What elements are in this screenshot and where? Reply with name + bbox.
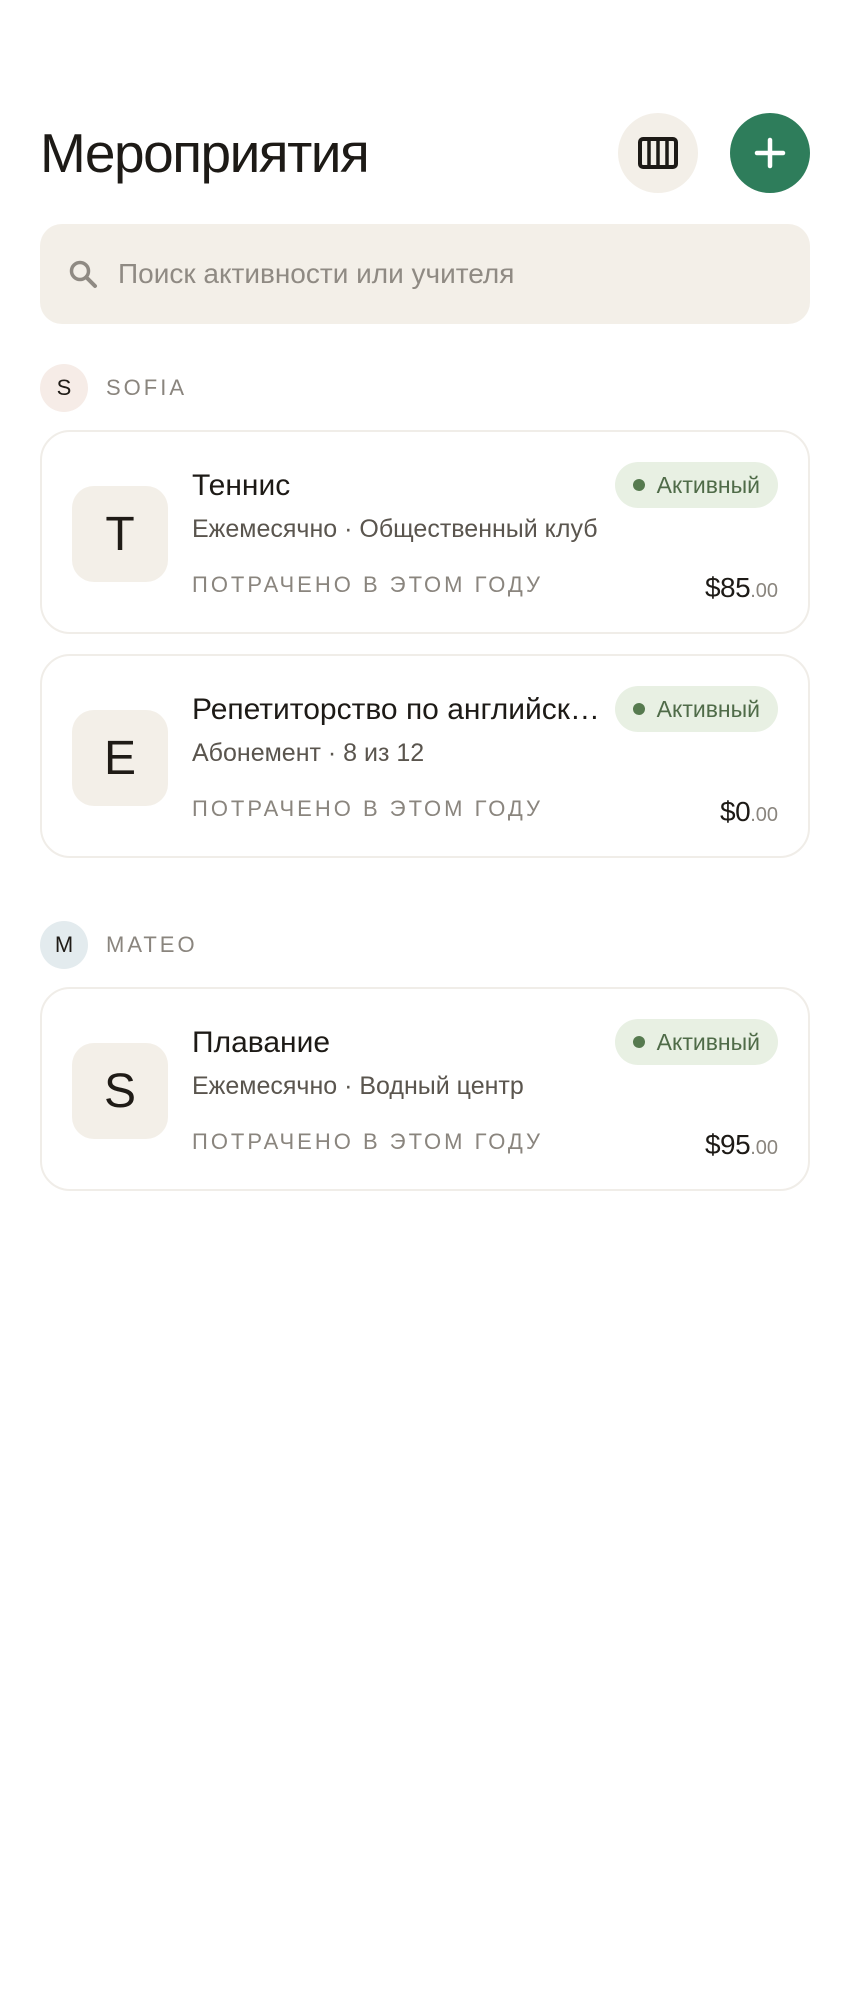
activity-name: Плавание [192, 1026, 331, 1059]
group-name: SOFIA [106, 375, 188, 400]
amount-main: $85 [704, 572, 751, 603]
group-header-sofia: S SOFIA [40, 364, 187, 412]
amount-main: $95 [704, 1129, 751, 1160]
group-header-mateo: M MATEO [40, 921, 198, 969]
spent-amount: $95 .00 [705, 1129, 778, 1161]
spent-amount: $85 .00 [705, 572, 778, 604]
avatar: S [40, 364, 88, 412]
status-text: Активный [656, 1028, 760, 1055]
activity-card[interactable]: T Теннис Ежемесячно · Общественный клуб … [40, 430, 810, 634]
page-title: Мероприятия [40, 122, 370, 184]
group-name: MATEO [106, 932, 198, 957]
search-icon [69, 260, 97, 288]
add-activity-button[interactable] [730, 113, 810, 193]
activity-card[interactable]: S Плавание Ежемесячно · Водный центр ПОТ… [40, 987, 810, 1191]
header-actions [618, 113, 810, 193]
amount-cents: .00 [750, 1137, 778, 1159]
avatar: M [40, 921, 88, 969]
status-badge: Активный [614, 1019, 778, 1065]
amount-cents: .00 [750, 580, 778, 602]
calendar-columns-icon [638, 137, 678, 169]
search-input[interactable] [116, 257, 760, 291]
amount-main: $0 [720, 796, 751, 827]
activity-subtitle: Ежемесячно · Водный центр [192, 1072, 524, 1100]
spent-label: ПОТРАЧЕНО В ЭТОМ ГОДУ [192, 796, 543, 821]
activity-subtitle: Ежемесячно · Общественный клуб [192, 515, 598, 543]
status-dot-icon [632, 703, 645, 715]
status-text: Активный [656, 695, 760, 722]
activity-card[interactable]: E Репетиторство по английск… Абонемент ·… [40, 654, 810, 858]
amount-cents: .00 [750, 804, 778, 826]
activity-avatar: T [72, 486, 168, 582]
status-text: Активный [656, 471, 760, 498]
page-header: Мероприятия [40, 112, 810, 194]
activity-name: Теннис [192, 469, 291, 502]
spent-label: ПОТРАЧЕНО В ЭТОМ ГОДУ [192, 1129, 543, 1154]
spent-label: ПОТРАЧЕНО В ЭТОМ ГОДУ [192, 572, 543, 597]
activity-name: Репетиторство по английск… [192, 693, 600, 726]
spent-amount: $0 .00 [720, 796, 778, 828]
plus-icon [754, 137, 786, 169]
status-badge: Активный [614, 686, 778, 732]
status-dot-icon [632, 1036, 645, 1048]
search-bar[interactable] [40, 224, 810, 324]
view-toggle-button[interactable] [618, 113, 698, 193]
activity-avatar: S [72, 1043, 168, 1139]
activity-avatar: E [72, 710, 168, 806]
status-dot-icon [632, 479, 645, 491]
activity-subtitle: Абонемент · 8 из 12 [192, 739, 425, 767]
status-badge: Активный [614, 462, 778, 508]
